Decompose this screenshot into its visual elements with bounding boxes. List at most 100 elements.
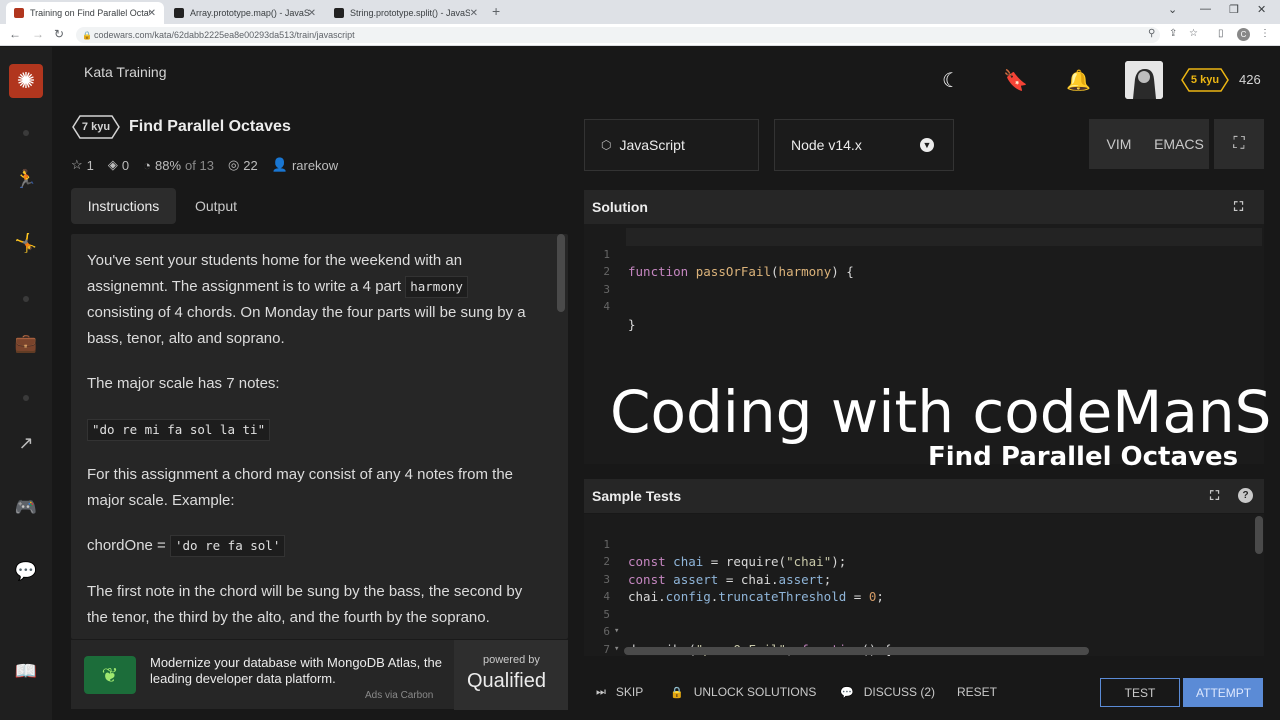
paragraph-5: chordOne = 'do re fa sol' — [87, 533, 537, 559]
unlock-solutions-button[interactable]: 🔒 UNLOCK SOLUTIONS — [670, 685, 816, 699]
qualified-sponsor[interactable]: powered by Qualified — [454, 640, 568, 710]
instructions-scrollbar[interactable] — [557, 234, 565, 312]
tab-instructions[interactable]: Instructions — [71, 188, 176, 224]
forward-icon[interactable]: → — [32, 27, 44, 41]
minimize-icon[interactable]: — — [1200, 3, 1211, 15]
restore-icon[interactable]: ❐ — [1229, 3, 1239, 16]
skip-forward-icon: ⏭ — [596, 685, 606, 698]
language-label: JavaScript — [619, 137, 685, 153]
zoom-icon[interactable]: ⚲ — [1148, 28, 1155, 39]
kata-title: Find Parallel Octaves — [129, 118, 291, 135]
browser-tab-active[interactable]: Training on Find Parallel Octaves ✕ — [6, 2, 164, 24]
author-name[interactable]: rarekow — [292, 158, 338, 173]
discuss-button[interactable]: 💬 DISCUSS (2) — [840, 685, 935, 699]
docs-book-icon[interactable]: 📖 — [14, 659, 38, 683]
sample-tests-header: Sample Tests ⛶ — [584, 479, 1264, 513]
address-bar: ← → ↻ 🔒 codewars.com/kata/62dabb2225ea8e… — [0, 24, 1280, 46]
tests-vertical-scrollbar[interactable] — [1255, 516, 1263, 554]
back-icon[interactable]: ← — [9, 27, 21, 41]
tab-output[interactable]: Output — [176, 188, 256, 224]
paragraph-3: "do re mi fa sol la ti" — [87, 417, 537, 443]
test-button[interactable]: TEST — [1100, 678, 1180, 707]
sample-tests-title: Sample Tests — [592, 488, 682, 504]
carbon-ad[interactable]: ❦ Modernize your database with MongoDB A… — [71, 639, 568, 710]
fullscreen-icon[interactable]: ⛶ — [1214, 119, 1264, 169]
code-line: 2 const assert = chai.assert; — [603, 555, 832, 587]
code-line: 6 ▾ it("given [ 'mi la mi fa', 'la re so… — [584, 606, 1264, 654]
kata-stats: ☆ 1 ◈ 0 ◔ 88% of 13 ◎ 22 👤 rarekow — [71, 157, 342, 173]
user-avatar[interactable] — [1125, 61, 1163, 99]
overlay-subtitle: Find Parallel Octaves — [928, 442, 1239, 472]
close-tab-icon[interactable]: ✕ — [148, 8, 156, 19]
help-icon[interactable]: ? — [1238, 488, 1253, 503]
chat-icon[interactable]: 💬 — [14, 559, 38, 583]
leaderboard-trend-icon[interactable]: ↗ — [14, 431, 38, 455]
overlay-title: Coding with codeManS — [610, 378, 1272, 446]
author-icon: 👤 — [271, 157, 288, 172]
code-line: 5 ▾ describe("passOrFail", function() { — [584, 588, 1264, 657]
emacs-button[interactable]: EMACS — [1149, 136, 1209, 152]
codewars-logo-icon[interactable]: ✺ — [9, 64, 43, 98]
close-window-icon[interactable]: ✕ — [1257, 3, 1266, 16]
discuss-chat-icon: 💬 — [840, 686, 854, 699]
satisfaction-icon: ◔ — [143, 157, 151, 173]
notifications-bell-icon[interactable]: 🔔 — [1066, 68, 1091, 93]
sidebar: ✺ 🏃 🤸 💼 ↗ 🎮 💬 📖 — [0, 47, 52, 720]
briefcase-icon[interactable]: 💼 — [14, 331, 38, 355]
ad-via[interactable]: Ads via Carbon — [365, 690, 433, 701]
menu-kebab-icon[interactable]: ⋮ — [1260, 28, 1270, 39]
practice-icon[interactable]: 🏃 — [14, 167, 38, 191]
browser-tab[interactable]: Array.prototype.map() - JavaScript ✕ — [166, 2, 324, 24]
close-tab-icon[interactable]: ✕ — [470, 8, 478, 19]
dojo-icon[interactable]: 🤸 — [14, 231, 38, 255]
dark-mode-moon-icon[interactable]: ☾ — [942, 68, 960, 93]
code-line: 4 — [603, 590, 610, 603]
close-tab-icon[interactable]: ✕ — [308, 8, 316, 19]
ad-text[interactable]: Modernize your database with MongoDB Atl… — [150, 655, 450, 687]
sample-tests-editor[interactable]: 1 const chai = require("chai"); 2 const … — [584, 514, 1264, 656]
tab-title: Training on Find Parallel Octaves — [30, 8, 150, 18]
url-field[interactable]: 🔒 codewars.com/kata/62dabb2225ea8e00293d… — [76, 27, 1160, 43]
tab-search-icon[interactable]: ⌄ — [1168, 3, 1177, 16]
lock-icon: 🔒 — [82, 30, 92, 40]
version-select[interactable]: Node v14.x ▼ — [774, 119, 954, 171]
page-section-title: Kata Training — [84, 64, 167, 80]
code-line: 4 } — [603, 300, 636, 332]
browser-tab[interactable]: String.prototype.split() - JavaScript ✕ — [326, 2, 486, 24]
reset-button[interactable]: RESET — [957, 685, 997, 699]
powered-by-label: powered by — [483, 654, 540, 666]
instructions-panel: You've sent your students home for the w… — [71, 234, 568, 639]
discord-icon[interactable]: 🎮 — [14, 495, 38, 519]
collections-icon[interactable]: ◈ — [108, 157, 118, 173]
paragraph-1: You've sent your students home for the w… — [87, 248, 537, 352]
skip-button[interactable]: ⏭ SKIP — [596, 685, 643, 699]
star-icon[interactable]: ☆ — [71, 157, 83, 173]
tab-title: Array.prototype.map() - JavaScript — [190, 8, 310, 18]
bookmark-star-icon[interactable]: ☆ — [1189, 28, 1198, 39]
attempt-button[interactable]: ATTEMPT — [1183, 678, 1263, 707]
expand-solution-icon[interactable]: ⛶ — [1234, 199, 1243, 215]
paragraph-4: For this assignment a chord may consist … — [87, 466, 514, 509]
share-icon[interactable]: ⇪ — [1169, 28, 1177, 39]
editor-mode-toggle: VIM EMACS — [1089, 119, 1209, 169]
satisfaction-percent: 88% — [154, 157, 182, 173]
vim-button[interactable]: VIM — [1089, 136, 1149, 152]
new-tab-icon[interactable]: + — [492, 3, 500, 19]
sidepanel-icon[interactable]: ▯ — [1218, 28, 1224, 39]
tests-horizontal-scrollbar[interactable] — [624, 647, 1089, 655]
stars-count: 1 — [86, 157, 94, 173]
profile-avatar[interactable]: C — [1237, 28, 1250, 41]
bookmarks-icon[interactable]: 🔖 — [1003, 68, 1028, 93]
sidebar-dot — [23, 395, 29, 401]
p1-text-cont: consisting of 4 chords. On Monday the fo… — [87, 304, 526, 347]
completions-count: 22 — [243, 157, 258, 173]
p5-text: chordOne = — [87, 537, 166, 554]
reload-icon[interactable]: ↻ — [54, 27, 64, 41]
honor-score: 426 — [1239, 72, 1261, 87]
code-line: 2 — [603, 265, 610, 278]
language-icon: ⬡ — [601, 138, 612, 152]
language-selector[interactable]: ⬡ JavaScript — [584, 119, 759, 171]
url-text: codewars.com/kata/62dabb2225ea8e00293da5… — [94, 30, 355, 40]
sidebar-dot — [23, 130, 29, 136]
expand-tests-icon[interactable]: ⛶ — [1210, 488, 1219, 504]
